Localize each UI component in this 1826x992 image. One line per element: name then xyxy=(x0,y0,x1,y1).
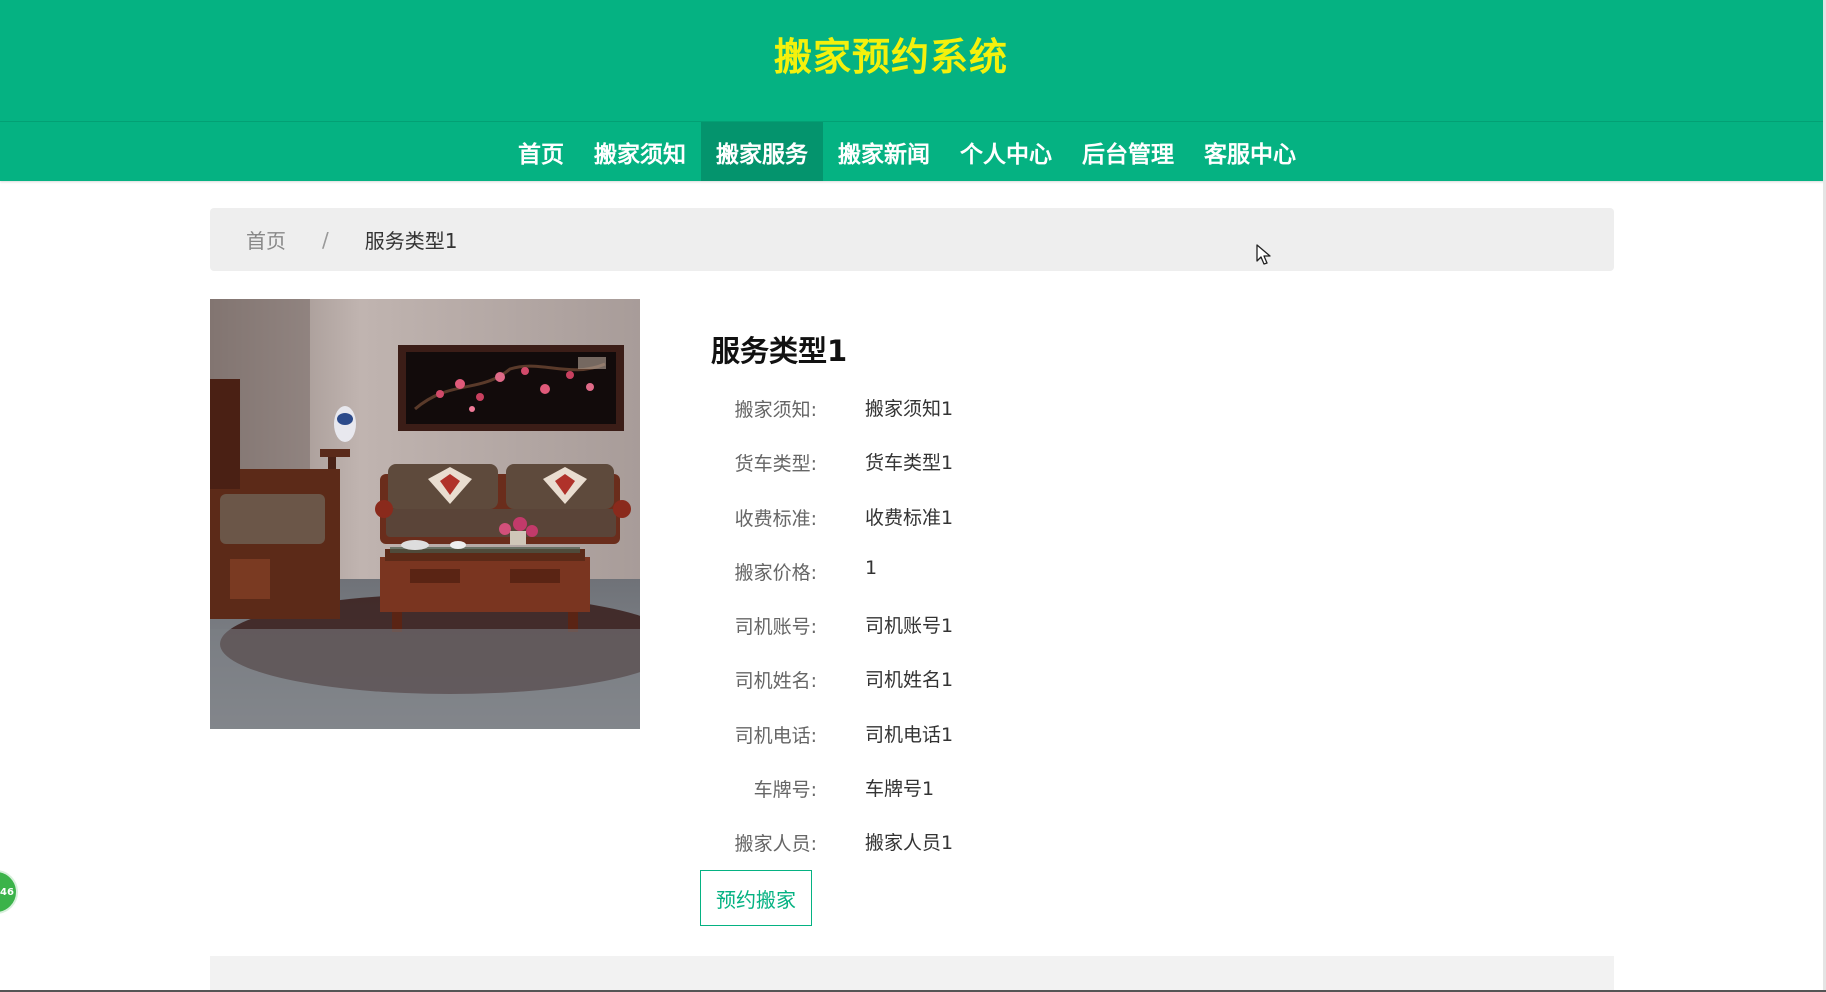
nav-item-admin[interactable]: 后台管理 xyxy=(1067,122,1189,181)
detail-label: 搬家人员: xyxy=(734,833,817,856)
main-nav-items: 首页 搬家须知 搬家服务 搬家新闻 个人中心 后台管理 客服中心 xyxy=(503,122,1311,181)
app-viewport: 搬家预约系统 首页 搬家须知 搬家服务 搬家新闻 个人中心 后台管理 客服中心 … xyxy=(0,0,1826,992)
detail-row-driver-name: 司机姓名: 司机姓名1 xyxy=(700,650,1200,704)
detail-row-driver-account: 司机账号: 司机账号1 xyxy=(700,596,1200,650)
detail-value: 搬家人员1 xyxy=(865,832,954,855)
detail-row-fee-standard: 收费标准: 收费标准1 xyxy=(700,488,1200,542)
detail-label: 司机账号: xyxy=(734,616,817,639)
detail-label: 搬家须知: xyxy=(734,399,817,421)
nav-item-personal-center[interactable]: 个人中心 xyxy=(945,122,1067,181)
nav-item-moving-news[interactable]: 搬家新闻 xyxy=(823,122,945,181)
nav-item-customer-service[interactable]: 客服中心 xyxy=(1189,122,1311,181)
detail-value: 1 xyxy=(865,556,878,579)
detail-value: 司机电话1 xyxy=(865,723,954,746)
detail-value: 货车类型1 xyxy=(865,452,954,475)
detail-row-plate-number: 车牌号: 车牌号1 xyxy=(700,759,1200,813)
breadcrumb-current: 服务类型1 xyxy=(364,229,458,253)
footer-section xyxy=(210,956,1614,992)
breadcrumb-separator: / xyxy=(322,227,329,252)
detail-label: 司机电话: xyxy=(734,724,817,747)
nav-item-home[interactable]: 首页 xyxy=(503,122,579,181)
living-room-image xyxy=(210,299,640,729)
detail-value: 司机账号1 xyxy=(865,615,954,638)
nav-item-moving-service[interactable]: 搬家服务 xyxy=(701,122,823,181)
detail-label: 货车类型: xyxy=(734,453,817,476)
detail-row-movers: 搬家人员: 搬家人员1 xyxy=(700,813,1200,867)
main-nav: 首页 搬家须知 搬家服务 搬家新闻 个人中心 后台管理 客服中心 xyxy=(0,122,1826,181)
detail-label: 收费标准: xyxy=(734,507,817,530)
book-moving-button[interactable]: 预约搬家 xyxy=(700,870,812,926)
site-header: 搬家预约系统 xyxy=(0,0,1826,122)
breadcrumb: 首页 / 服务类型1 xyxy=(210,208,1614,271)
mouse-cursor-icon xyxy=(1256,244,1271,265)
detail-row-driver-phone: 司机电话: 司机电话1 xyxy=(700,705,1200,759)
breadcrumb-home-link[interactable]: 首页 xyxy=(246,225,286,254)
floating-badge[interactable]: 46 xyxy=(0,870,18,914)
site-title: 搬家预约系统 xyxy=(773,35,1008,79)
service-photo xyxy=(210,299,640,729)
nav-item-moving-notice[interactable]: 搬家须知 xyxy=(579,122,701,181)
detail-row-truck-type: 货车类型: 货车类型1 xyxy=(700,433,1200,487)
detail-row-moving-notice: 搬家须知: 搬家须知1 xyxy=(700,379,1200,433)
detail-value: 车牌号1 xyxy=(865,778,935,801)
service-details: 搬家须知: 搬家须知1 货车类型: 货车类型1 收费标准: 收费标准1 搬家价格… xyxy=(700,379,1200,868)
detail-label: 搬家价格: xyxy=(734,561,817,584)
detail-label: 车牌号: xyxy=(753,779,817,802)
detail-value: 司机姓名1 xyxy=(865,669,954,692)
detail-label: 司机姓名: xyxy=(734,670,817,693)
detail-value: 搬家须知1 xyxy=(865,398,954,420)
detail-value: 收费标准1 xyxy=(865,506,954,529)
service-title: 服务类型1 xyxy=(711,334,848,368)
detail-row-price: 搬家价格: 1 xyxy=(700,542,1200,596)
